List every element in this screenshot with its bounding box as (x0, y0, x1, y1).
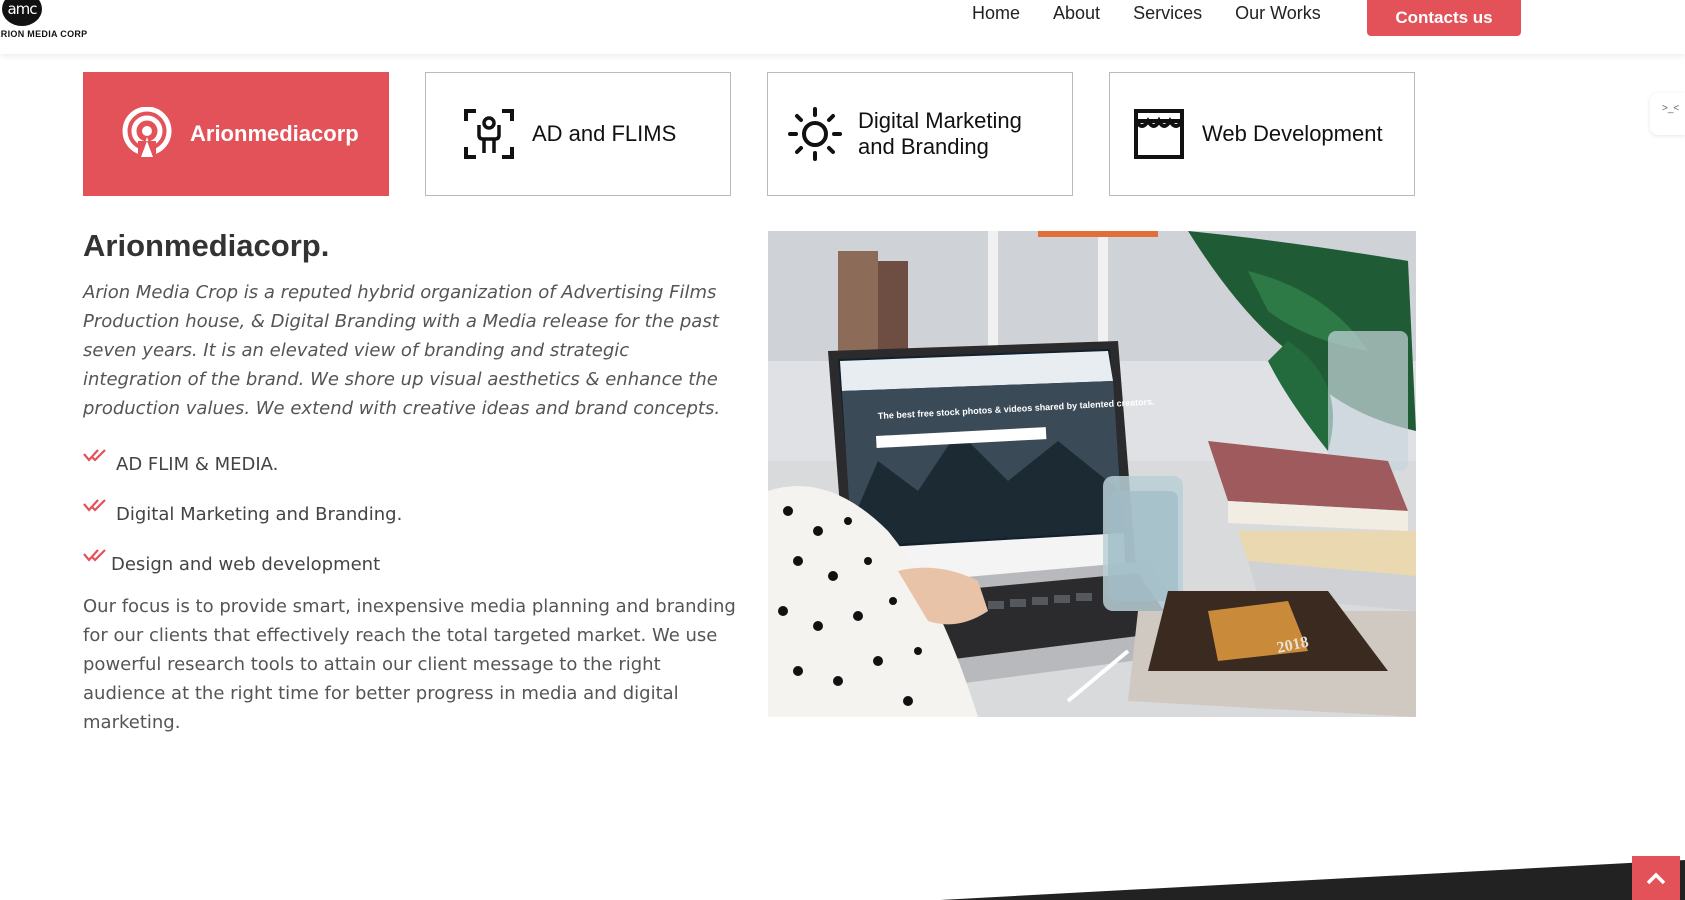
storefront-icon (1134, 109, 1184, 159)
tab-label: AD and FLIMS (532, 121, 677, 146)
feature-label: AD FLIM & MEDIA. (116, 454, 279, 475)
feature-label: Design and web development (111, 554, 381, 575)
logo[interactable]: amc ARION MEDIA CORP (0, 0, 88, 42)
body-text: Our focus is to provide smart, inexpensi… (83, 596, 736, 733)
laptop-desk-illustration: The best free stock photos & videos shar… (768, 231, 1416, 717)
nav-services[interactable]: Services (1133, 3, 1202, 24)
broadcast-icon (122, 107, 172, 161)
tab-ad-and-films[interactable]: AD and FLIMS (425, 72, 731, 196)
nav-about[interactable]: About (1053, 3, 1100, 24)
contacts-button[interactable]: Contacts us (1367, 0, 1521, 36)
tab-label: Digital Marketing and Branding (858, 108, 1022, 159)
chevron-up-icon (1646, 872, 1666, 885)
tab-label: Arionmediacorp (190, 121, 359, 146)
sun-icon (788, 107, 842, 161)
section-title: Arionmediacorp. (83, 228, 330, 263)
side-widget[interactable]: >_< (1650, 93, 1685, 135)
double-check-icon (83, 449, 106, 462)
list-item: Digital Marketing and Branding. (83, 498, 402, 528)
nav-home[interactable]: Home (972, 3, 1020, 24)
main-nav: Home About Services Our Works (972, 3, 1354, 24)
tab-digital-marketing[interactable]: Digital Marketing and Branding (767, 72, 1073, 196)
feature-label: Digital Marketing and Branding. (116, 504, 403, 525)
list-item: AD FLIM & MEDIA. (83, 448, 278, 478)
tab-label: Web Development (1202, 121, 1383, 146)
tab-arionmediacorp[interactable]: Arionmediacorp (83, 72, 389, 196)
logo-text: ARION MEDIA CORP (0, 29, 88, 39)
logo-mark: amc (2, 0, 42, 26)
site-header: amc ARION MEDIA CORP Home About Services… (0, 0, 1685, 54)
person-focus-icon (464, 109, 514, 159)
footer-wedge (940, 860, 1685, 900)
tab-web-development[interactable]: Web Development (1109, 72, 1415, 196)
double-check-icon (83, 549, 106, 562)
list-item: Design and web development (83, 548, 380, 578)
intro-text: Arion Media Crop is a reputed hybrid org… (83, 282, 721, 419)
scroll-to-top-button[interactable] (1632, 856, 1680, 900)
double-check-icon (83, 499, 106, 512)
office-photo: The best free stock photos & videos shar… (768, 231, 1416, 717)
nav-our-works[interactable]: Our Works (1235, 3, 1321, 24)
